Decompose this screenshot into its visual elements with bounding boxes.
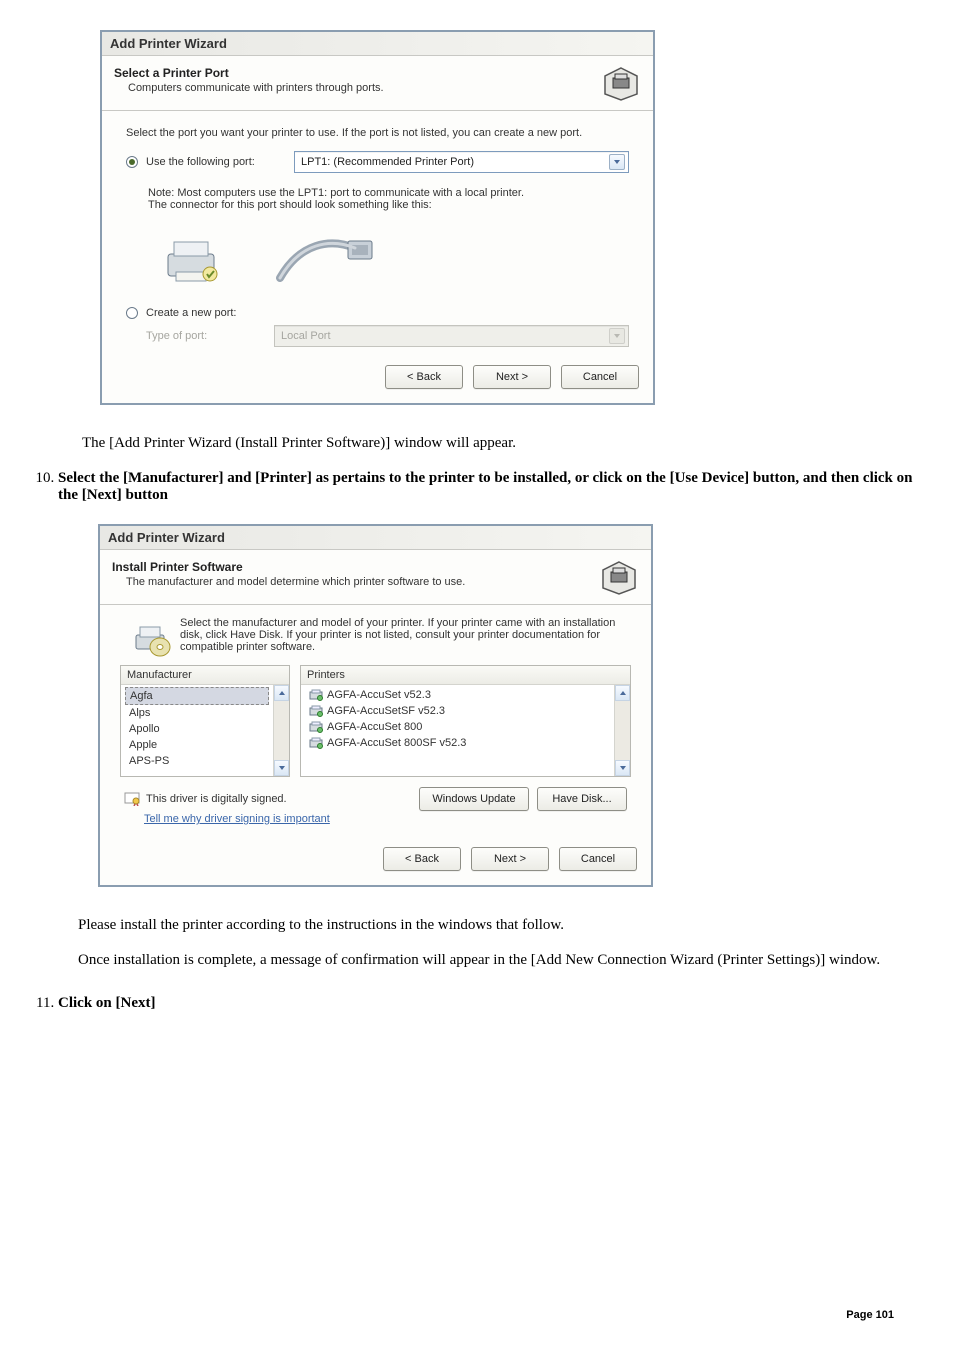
printer-item-icon bbox=[309, 721, 323, 733]
list-item[interactable]: APS-PS bbox=[125, 753, 269, 769]
create-new-port-radio[interactable] bbox=[126, 307, 138, 319]
header-title: Select a Printer Port bbox=[114, 66, 601, 80]
dialog-header: Select a Printer Port Computers communic… bbox=[102, 56, 653, 111]
create-port-label: Create a new port: bbox=[146, 307, 237, 319]
printer-illustration-icon bbox=[160, 228, 230, 288]
list-item[interactable]: Alps bbox=[125, 705, 269, 721]
instruction-text: Select the port you want your printer to… bbox=[126, 127, 629, 139]
header-title: Install Printer Software bbox=[112, 560, 599, 574]
printers-header: Printers bbox=[301, 666, 630, 685]
certificate-icon bbox=[124, 792, 140, 806]
signed-text: This driver is digitally signed. bbox=[146, 793, 287, 805]
scroll-down-icon[interactable] bbox=[274, 760, 289, 776]
driver-signing-link[interactable]: Tell me why driver signing is important bbox=[144, 813, 330, 825]
scroll-up-icon[interactable] bbox=[274, 685, 289, 701]
dialog-title: Add Printer Wizard bbox=[102, 32, 653, 56]
printer-item-icon bbox=[309, 737, 323, 749]
use-port-label: Use the following port: bbox=[146, 156, 286, 168]
scrollbar[interactable] bbox=[614, 685, 630, 776]
list-item[interactable]: AGFA-AccuSet 800SF v52.3 bbox=[305, 735, 610, 751]
have-disk-button[interactable]: Have Disk... bbox=[537, 787, 627, 811]
install-instruction-text: Select the manufacturer and model of you… bbox=[180, 617, 619, 653]
scroll-down-icon[interactable] bbox=[615, 760, 630, 776]
manufacturer-header: Manufacturer bbox=[121, 666, 289, 685]
list-item[interactable]: Agfa bbox=[125, 687, 269, 705]
list-item[interactable]: Apple bbox=[125, 737, 269, 753]
page-number: Page 101 bbox=[846, 1309, 894, 1321]
install-software-dialog: Add Printer Wizard Install Printer Softw… bbox=[98, 524, 653, 887]
select-port-dialog: Add Printer Wizard Select a Printer Port… bbox=[100, 30, 655, 405]
connector-illustration-icon bbox=[270, 223, 380, 293]
next-button[interactable]: Next > bbox=[473, 365, 551, 389]
cancel-button[interactable]: Cancel bbox=[559, 847, 637, 871]
back-button[interactable]: < Back bbox=[383, 847, 461, 871]
list-item[interactable]: AGFA-AccuSet 800 bbox=[305, 719, 610, 735]
printer-emblem-icon bbox=[601, 66, 641, 102]
list-item[interactable]: Apollo bbox=[125, 721, 269, 737]
printers-list[interactable]: Printers AGFA-AccuSet v52.3 AGFA-AccuSet… bbox=[300, 665, 631, 777]
header-subtitle: Computers communicate with printers thro… bbox=[128, 82, 601, 94]
dialog-title: Add Printer Wizard bbox=[100, 526, 651, 550]
chevron-down-icon bbox=[609, 328, 625, 344]
dialog-header: Install Printer Software The manufacture… bbox=[100, 550, 651, 605]
scroll-up-icon[interactable] bbox=[615, 685, 630, 701]
port-select[interactable]: LPT1: (Recommended Printer Port) bbox=[294, 151, 629, 173]
disk-printer-icon bbox=[132, 617, 172, 657]
use-following-port-radio[interactable] bbox=[126, 156, 138, 168]
scrollbar[interactable] bbox=[273, 685, 289, 776]
windows-update-button[interactable]: Windows Update bbox=[419, 787, 529, 811]
cancel-button[interactable]: Cancel bbox=[561, 365, 639, 389]
header-subtitle: The manufacturer and model determine whi… bbox=[126, 576, 599, 588]
caption-install-instructions: Please install the printer according to … bbox=[78, 917, 924, 934]
type-of-port-label: Type of port: bbox=[146, 330, 266, 342]
port-type-value: Local Port bbox=[281, 330, 331, 342]
note-line-2: The connector for this port should look … bbox=[148, 199, 629, 211]
list-item[interactable]: AGFA-AccuSetSF v52.3 bbox=[305, 703, 610, 719]
caption-confirmation: Once installation is complete, a message… bbox=[78, 952, 924, 969]
note-line-1: Note: Most computers use the LPT1: port … bbox=[148, 187, 629, 199]
port-type-select: Local Port bbox=[274, 325, 629, 347]
port-select-value: LPT1: (Recommended Printer Port) bbox=[301, 156, 474, 168]
chevron-down-icon[interactable] bbox=[609, 154, 625, 170]
back-button[interactable]: < Back bbox=[385, 365, 463, 389]
manufacturer-list[interactable]: Manufacturer Agfa Alps Apollo Apple APS-… bbox=[120, 665, 290, 777]
list-item[interactable]: AGFA-AccuSet v52.3 bbox=[305, 687, 610, 703]
caption-after-dialog1: The [Add Printer Wizard (Install Printer… bbox=[82, 435, 924, 452]
printer-item-icon bbox=[309, 689, 323, 701]
next-button[interactable]: Next > bbox=[471, 847, 549, 871]
printer-item-icon bbox=[309, 705, 323, 717]
printer-emblem-icon bbox=[599, 560, 639, 596]
step-11-text: Click on [Next] bbox=[58, 995, 156, 1011]
step-10-text: Select the [Manufacturer] and [Printer] … bbox=[58, 470, 913, 503]
